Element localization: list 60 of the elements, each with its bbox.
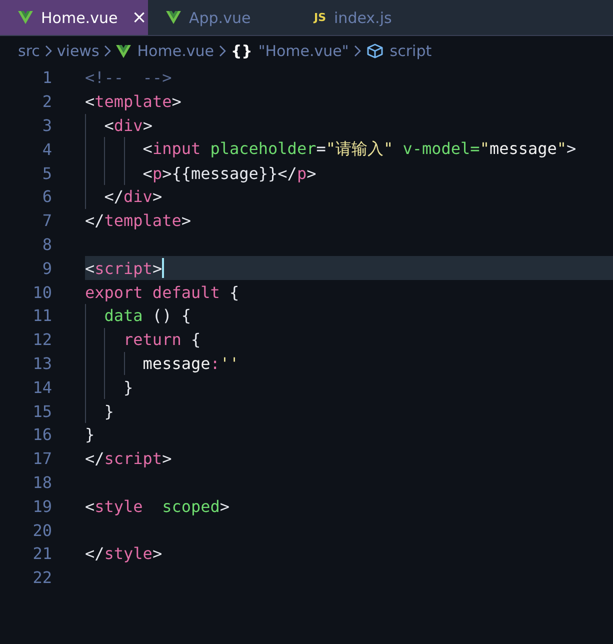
line-number: 17 <box>32 449 53 468</box>
line-number: 13 <box>32 354 53 373</box>
line-number: 9 <box>41 258 53 278</box>
code-line: <style scoped> <box>85 496 230 516</box>
line-number: 8 <box>41 234 53 254</box>
code-line: </script> <box>85 449 172 468</box>
code-line: } <box>103 402 114 421</box>
chevron-icon <box>44 45 52 57</box>
code-line: } <box>122 378 134 397</box>
chevron-icon <box>104 45 112 57</box>
line-number: 4 <box>41 140 53 159</box>
chevron-icon <box>354 45 361 57</box>
close-icon[interactable]: × <box>132 7 147 28</box>
breadcrumb-item[interactable]: script <box>390 42 432 60</box>
line-number: 5 <box>41 164 53 183</box>
line-number: 11 <box>32 306 53 326</box>
line-number: 15 <box>32 402 53 421</box>
code-line: <!-- --> <box>85 68 172 88</box>
line-number: 19 <box>32 496 53 516</box>
text-cursor <box>162 258 164 278</box>
code-line: message:'' <box>142 354 240 373</box>
breadcrumb-item[interactable]: src <box>18 42 40 60</box>
vue-logo-icon <box>18 11 33 24</box>
line-number: 21 <box>32 544 53 564</box>
chevron-icon <box>218 45 226 57</box>
breadcrumb-item[interactable]: views <box>56 42 100 60</box>
code-line: <input placeholder="请输入" v-model="message"> <box>142 138 576 160</box>
vue-logo-icon <box>116 44 132 58</box>
vue-logo-icon <box>166 11 181 24</box>
code-line: return { <box>122 330 201 350</box>
code-line: <script> <box>85 258 162 278</box>
code-line: <p>{{message}}</p> <box>142 164 316 183</box>
code-line: <template> <box>85 92 182 112</box>
editor-tab[interactable]: App.vue <box>148 0 296 35</box>
code-line: <div> <box>103 116 152 135</box>
line-number: 6 <box>41 187 53 206</box>
code-line: data () { <box>103 306 191 326</box>
line-number: 14 <box>32 378 53 397</box>
line-number: 3 <box>41 116 53 135</box>
js-file-icon: JS <box>314 11 326 24</box>
breadcrumb-item[interactable]: "Home.vue" <box>258 42 349 60</box>
editor-tab[interactable]: JS index.js <box>296 0 444 35</box>
line-number: 18 <box>32 472 53 492</box>
code-line: } <box>85 425 95 444</box>
code-line: </style> <box>85 544 162 564</box>
line-number: 10 <box>32 282 53 302</box>
code-line: export default { <box>85 282 240 302</box>
line-number: 12 <box>32 330 53 350</box>
code-line: </template> <box>85 211 191 230</box>
breadcrumb-item[interactable]: Home.vue <box>137 42 214 60</box>
cube-icon <box>366 43 384 59</box>
code-line: </div> <box>103 187 162 206</box>
line-number: 2 <box>41 92 53 112</box>
editor-tab[interactable]: Home.vue × <box>0 0 148 35</box>
line-number: 20 <box>32 520 53 540</box>
line-number: 7 <box>41 211 53 230</box>
line-number: 16 <box>32 425 53 444</box>
line-number: 1 <box>41 68 53 88</box>
line-number: 22 <box>32 568 53 588</box>
braces-icon: {} <box>230 42 252 60</box>
